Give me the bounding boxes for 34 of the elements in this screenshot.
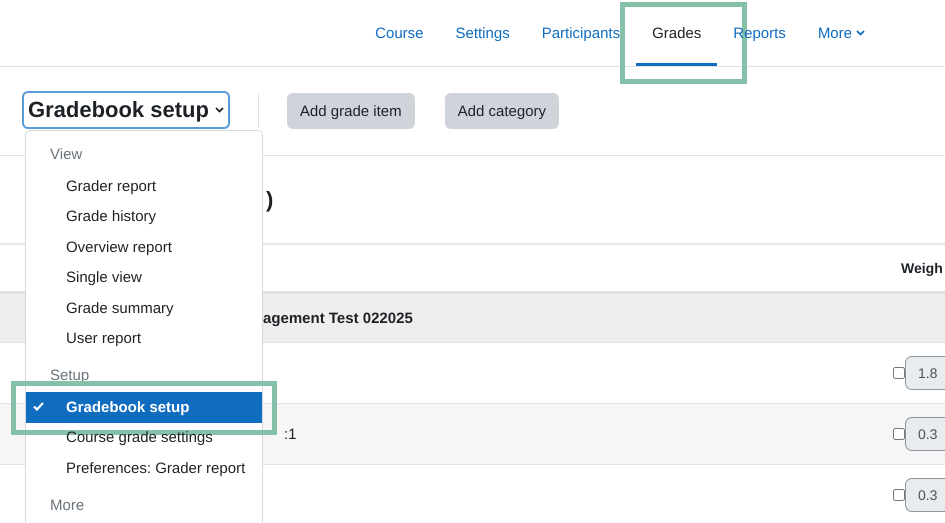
category-name: agement Test 022025 [263, 310, 413, 326]
menu-item[interactable]: Course grade settings [26, 422, 262, 453]
menu-item[interactable]: User report [26, 324, 262, 354]
column-header: Weigh [901, 260, 944, 276]
menu-item[interactable]: Grade history [26, 202, 262, 232]
action-button[interactable]: Add grade item [286, 93, 415, 129]
nav-tab[interactable]: More [802, 0, 881, 66]
nav-tab[interactable]: Participants [526, 0, 636, 66]
menu-group-label: Setup [49, 366, 90, 386]
weight-checkbox[interactable] [893, 428, 905, 440]
weight-field[interactable]: 0.3 [905, 478, 945, 512]
menu-group-label: View [49, 145, 84, 165]
action-button[interactable]: Add category [444, 93, 560, 129]
nav-tab[interactable]: Settings [440, 0, 526, 66]
weight-checkbox[interactable] [893, 488, 905, 500]
item-name: :1 [284, 426, 297, 442]
menu-item[interactable]: Gradebook setup [26, 392, 262, 422]
chevron-down-icon [856, 30, 865, 36]
weight-field[interactable]: 1.8 [905, 356, 945, 390]
nav-tab[interactable]: Course [359, 0, 440, 66]
menu-item[interactable]: Single view [26, 262, 262, 293]
weight-field[interactable]: 0.3 [905, 417, 945, 451]
menu-item[interactable]: Grade summary [26, 293, 262, 324]
menu-group-label: More [49, 496, 86, 516]
page-heading: ) [266, 186, 274, 212]
check-icon [33, 402, 44, 411]
nav-tab[interactable]: Reports [717, 0, 802, 66]
menu-item[interactable]: Grader report [26, 171, 262, 202]
weight-checkbox[interactable] [893, 367, 905, 379]
menu-item[interactable]: Overview report [26, 232, 262, 262]
report-select[interactable]: Gradebook setup [22, 91, 230, 129]
chevron-down-icon [214, 107, 224, 113]
menu-item[interactable]: Preferences: Grader report [26, 453, 262, 484]
nav-tab[interactable]: Grades [636, 0, 718, 66]
